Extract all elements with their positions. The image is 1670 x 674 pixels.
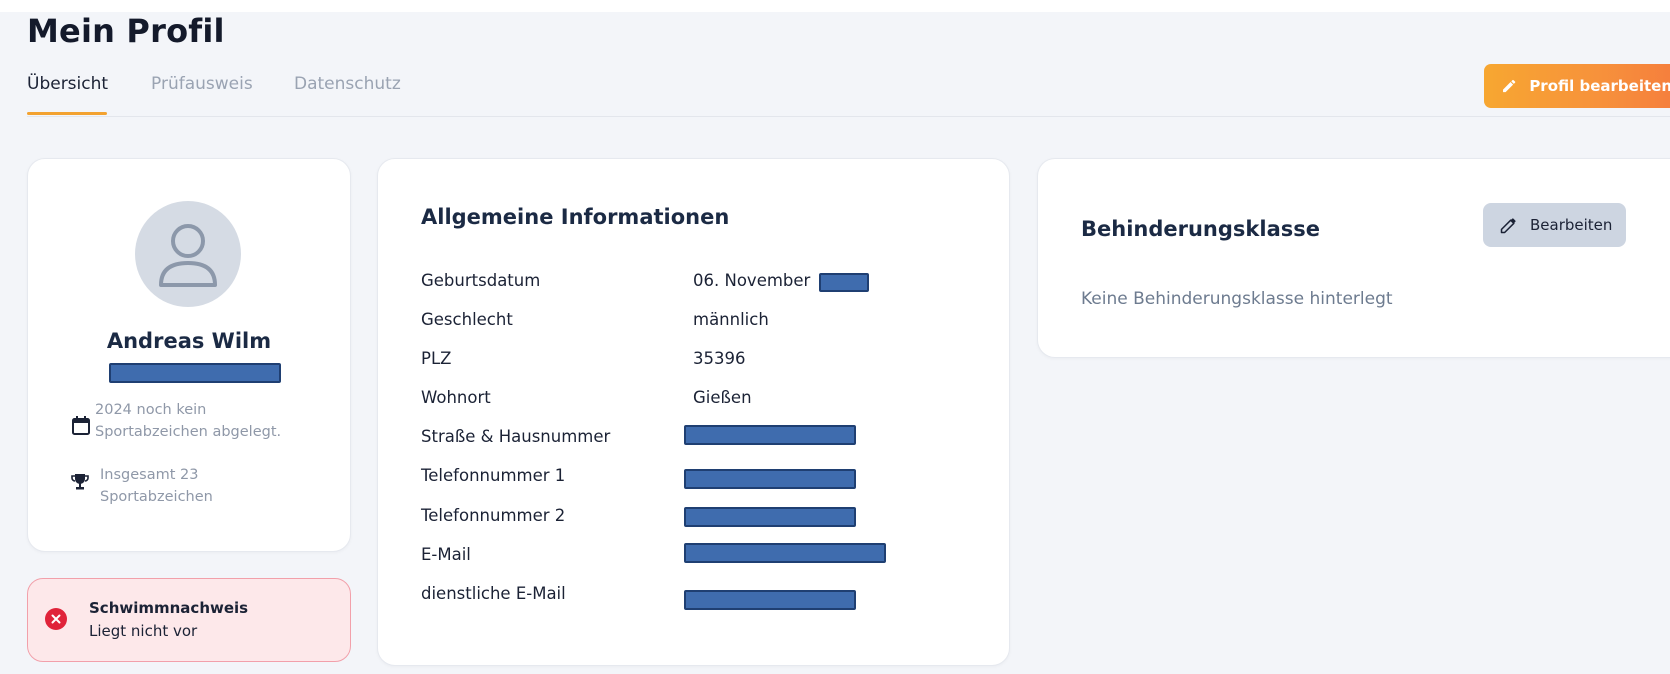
redacted-phone-1 bbox=[684, 469, 856, 489]
info-value-birthdate: 06. November bbox=[693, 271, 811, 290]
disability-class-title: Behinderungsklasse bbox=[1081, 217, 1320, 241]
edit-disability-class-button[interactable]: Bearbeiten bbox=[1483, 203, 1626, 247]
user-icon bbox=[159, 224, 217, 287]
tabs-divider bbox=[27, 116, 1670, 117]
active-tab-indicator bbox=[27, 112, 107, 115]
redacted-birth-year bbox=[819, 273, 869, 292]
swim-proof-alert: Schwimmnachweis Liegt nicht vor bbox=[27, 578, 351, 662]
tab-pruefausweis[interactable]: Prüfausweis bbox=[151, 74, 253, 94]
info-label-birthdate: Geburtsdatum bbox=[421, 271, 541, 290]
info-label-city: Wohnort bbox=[421, 388, 491, 407]
info-label-phone-1: Telefonnummer 1 bbox=[421, 466, 566, 485]
disability-class-empty-text: Keine Behinderungsklasse hinterlegt bbox=[1081, 289, 1393, 309]
general-info-card: Allgemeine Informationen Geburtsdatum 06… bbox=[377, 158, 1010, 666]
swim-proof-status: Liegt nicht vor bbox=[89, 622, 198, 640]
trophy-icon bbox=[71, 474, 89, 490]
disability-class-card: Behinderungsklasse Bearbeiten Keine Behi… bbox=[1037, 158, 1670, 358]
info-label-phone-2: Telefonnummer 2 bbox=[421, 506, 566, 525]
edit-profile-label: Profil bearbeiten bbox=[1529, 77, 1670, 95]
redacted-phone-2 bbox=[684, 507, 856, 527]
pencil-icon bbox=[1503, 79, 1516, 93]
profile-card: Andreas Wilm 2024 noch kein Sportabzeich… bbox=[27, 158, 351, 552]
calendar-icon bbox=[72, 416, 90, 435]
info-label-gender: Geschlecht bbox=[421, 310, 513, 329]
info-label-email: E-Mail bbox=[421, 545, 471, 564]
avatar bbox=[135, 201, 241, 307]
profile-name: Andreas Wilm bbox=[106, 329, 272, 353]
info-value-postcode: 35396 bbox=[693, 349, 746, 368]
edit-profile-button[interactable]: Profil bearbeiten bbox=[1484, 64, 1670, 108]
redacted-member-id bbox=[109, 363, 281, 383]
page-title: Mein Profil bbox=[27, 12, 225, 50]
x-circle-icon bbox=[45, 608, 67, 630]
stat-total-badges: Insgesamt 23 Sportabzeichen bbox=[100, 467, 213, 505]
swim-proof-title: Schwimmnachweis bbox=[89, 599, 249, 617]
tab-datenschutz[interactable]: Datenschutz bbox=[294, 74, 401, 94]
tab-uebersicht[interactable]: Übersicht bbox=[27, 74, 108, 94]
info-value-city: Gießen bbox=[693, 388, 752, 407]
info-label-street: Straße & Hausnummer bbox=[421, 427, 611, 446]
stat-current-year: 2024 noch kein Sportabzeichen abgelegt. bbox=[95, 402, 282, 440]
general-info-title: Allgemeine Informationen bbox=[421, 205, 730, 229]
redacted-work-email bbox=[684, 590, 856, 610]
redacted-email bbox=[684, 543, 886, 563]
pencil-icon bbox=[1500, 218, 1516, 234]
edit-disability-class-label: Bearbeiten bbox=[1530, 216, 1613, 234]
redacted-street bbox=[684, 425, 856, 445]
info-value-gender: männlich bbox=[693, 310, 769, 329]
info-label-work-email: dienstliche E-Mail bbox=[421, 584, 566, 603]
info-label-postcode: PLZ bbox=[421, 349, 452, 368]
